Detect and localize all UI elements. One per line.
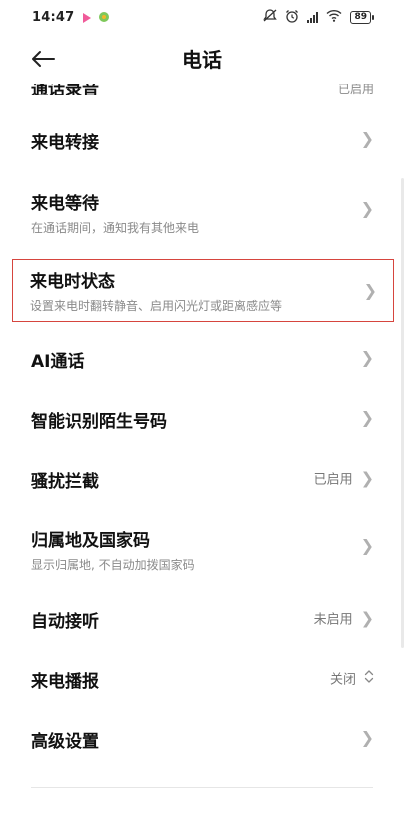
list-item-title: 来电等待 <box>31 194 99 214</box>
silent-mode-icon <box>263 9 278 25</box>
app-notification-icon-2 <box>99 12 110 22</box>
chevron-right-icon: ❯ <box>360 348 374 367</box>
list-item-auto-answer[interactable]: 自动接听 未启用 ❯ <box>0 590 404 646</box>
chevron-right-icon: ❯ <box>360 536 374 555</box>
chevron-right-icon: ❯ <box>360 468 374 487</box>
list-item-value: 已启用 <box>313 472 353 488</box>
list-item-caller-announcement[interactable]: 来电播报 关闭 <box>0 650 404 706</box>
list-item-value: 未启用 <box>313 612 353 628</box>
chevron-right-icon: ❯ <box>360 608 374 627</box>
status-time: 14:47 <box>32 9 75 25</box>
list-item-subtitle: 在通话期间，通知我有其他来电 <box>31 221 200 235</box>
list-item-title: AI通话 <box>31 352 85 372</box>
list-item-title: 智能识别陌生号码 <box>31 412 167 432</box>
chevron-right-icon: ❯ <box>360 728 374 747</box>
list-item-call-waiting[interactable]: 来电等待 在通话期间，通知我有其他来电 ❯ <box>0 179 404 239</box>
page-title: 电话 <box>182 48 222 72</box>
list-item-subtitle: 显示归属地, 不自动加拨国家码 <box>31 558 195 572</box>
status-left: 14:47 <box>32 9 110 25</box>
signal-icon <box>307 11 319 23</box>
list-item-title: 高级设置 <box>31 732 99 752</box>
alarm-icon <box>285 9 299 26</box>
list-item-title: 归属地及国家码 <box>31 531 150 551</box>
list-item-identify-unknown[interactable]: 智能识别陌生号码 ❯ <box>0 390 404 446</box>
chevron-right-icon: ❯ <box>363 280 377 300</box>
battery-icon: 89 <box>350 10 374 24</box>
list-item-title: 来电时状态 <box>30 272 115 292</box>
up-down-chevron-icon <box>364 669 374 687</box>
list-item-title: 来电转接 <box>31 133 99 153</box>
chevron-right-icon: ❯ <box>360 408 374 427</box>
chevron-right-icon: ❯ <box>360 129 374 148</box>
clipped-settings-row[interactable]: 通话录音 已启用 <box>0 84 404 95</box>
header: 电话 <box>0 34 404 84</box>
list-item-value: 关闭 <box>329 672 356 688</box>
list-item-advanced-settings[interactable]: 高级设置 ❯ <box>0 710 404 766</box>
app-notification-icon <box>82 12 92 23</box>
list-item-location-country-code[interactable]: 归属地及国家码 显示归属地, 不自动加拨国家码 ❯ <box>0 516 404 576</box>
list-item-subtitle: 设置来电时翻转静音、启用闪光灯或距离感应等 <box>30 299 283 313</box>
list-item-incoming-call-status[interactable]: 来电时状态 设置来电时翻转静音、启用闪光灯或距离感应等 ❯ <box>12 259 394 322</box>
list-item-ai-call[interactable]: AI通话 ❯ <box>0 330 404 386</box>
list-item-title: 来电播报 <box>31 672 99 692</box>
status-right: 89 <box>263 9 374 26</box>
battery-level: 89 <box>350 10 371 24</box>
list-item-call-forwarding[interactable]: 来电转接 ❯ <box>0 111 404 167</box>
clipped-row-value: 已启用 <box>337 84 374 95</box>
clipped-row-label: 通话录音 <box>31 84 99 95</box>
status-bar: 14:47 89 <box>0 0 404 34</box>
list-divider <box>31 787 373 788</box>
chevron-right-icon: ❯ <box>360 199 374 218</box>
list-item-spam-blocking[interactable]: 骚扰拦截 已启用 ❯ <box>0 450 404 506</box>
wifi-icon <box>326 9 342 25</box>
